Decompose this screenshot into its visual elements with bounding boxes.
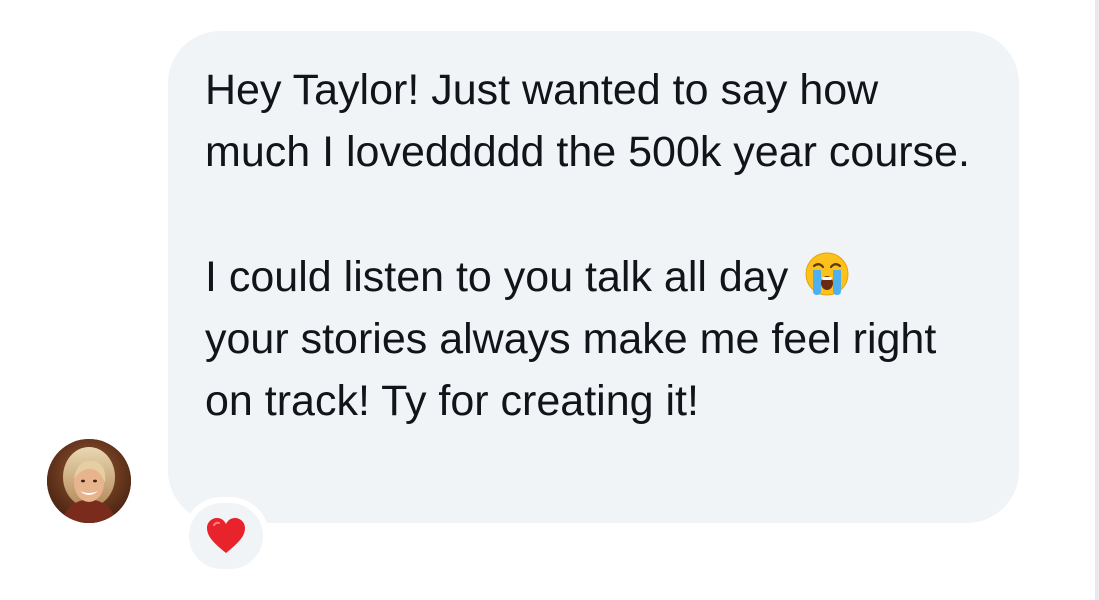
loudly-crying-face-icon [805, 252, 849, 296]
message-bubble[interactable]: Hey Taylor! Just wanted to say how much … [168, 31, 1019, 523]
message-paragraph-2-start: I could listen to you talk all day [205, 253, 801, 301]
avatar-photo [47, 439, 131, 523]
message-paragraph-2: I could listen to you talk all day your … [205, 246, 995, 432]
message-paragraph-2-end: your stories always make me feel right o… [205, 315, 937, 425]
message-paragraph-1: Hey Taylor! Just wanted to say how much … [205, 66, 970, 176]
message-text: Hey Taylor! Just wanted to say how much … [205, 59, 995, 432]
heart-reaction[interactable] [183, 497, 269, 575]
sender-avatar[interactable] [47, 439, 131, 523]
red-heart-icon [207, 518, 245, 553]
window-edge [1095, 0, 1099, 600]
